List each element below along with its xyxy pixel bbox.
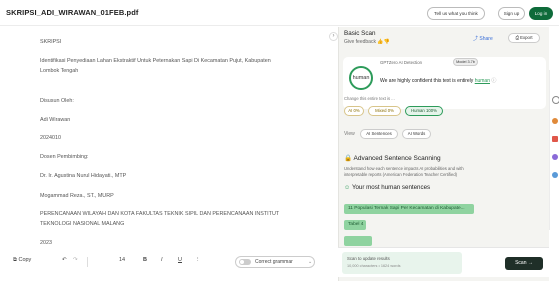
highlight-sentence[interactable]: Tabel 4 (344, 220, 366, 230)
model-badge: Model 3.7b (453, 58, 478, 66)
give-feedback[interactable]: Give feedback 👍👎 (344, 39, 390, 45)
update-results-box: Scan to update results 10,000 characters… (342, 252, 462, 274)
collapse-panel-button[interactable]: › (329, 32, 338, 41)
redo-icon[interactable]: ↷ (73, 257, 78, 263)
result-card: human GPTZero AI Detection Model 3.7b We… (343, 57, 546, 109)
side-toolbar (549, 70, 559, 230)
update-title: Scan to update results (347, 256, 390, 261)
panel-title: Basic Scan (344, 30, 376, 37)
human-sentences-title: Your most human sentences (351, 184, 431, 191)
thumbs-down-icon[interactable]: 👎 (384, 39, 390, 45)
update-sub: 10,000 characters • 1624 words (347, 264, 401, 268)
highlight-sentence[interactable] (344, 236, 372, 246)
export-button[interactable]: ⎙ Export (508, 33, 540, 43)
more-options-icon[interactable]: ⋮ (195, 257, 201, 263)
doc-line: Dr. Ir. Agustina Nurul Hidayati., MTP (40, 173, 127, 179)
doc-line: SKRIPSI (40, 39, 62, 45)
bold-button[interactable]: B (143, 257, 147, 263)
chevron-down-icon: ⌄ (308, 259, 313, 265)
doc-line: Mogammad Reza., ST., MURP (40, 193, 114, 199)
feedback-button[interactable]: Tell us what you think (427, 7, 485, 20)
italic-button[interactable]: I (161, 257, 163, 263)
doc-line: PERENCANAAN WILAYAH DAN KOTA FAKULTAS TE… (40, 211, 280, 217)
toggle-switch[interactable] (239, 259, 251, 265)
scan-button[interactable]: Scan → (505, 257, 543, 270)
font-size[interactable]: 14 (119, 257, 125, 263)
scan-bar: Scan to update results 10,000 characters… (338, 247, 549, 277)
detection-label: GPTZero AI Detection (380, 60, 423, 65)
doc-line: Adi Wirawan (40, 117, 71, 123)
result-human-word: human (474, 78, 490, 84)
change-prompt: Change this entire text is ... (344, 96, 395, 101)
highlight-sentence[interactable]: 11 Populasi Ternak Sapi Per Kecamatan di… (344, 204, 474, 214)
doc-line: 2024010 (40, 135, 61, 141)
login-button[interactable]: Log in (529, 7, 553, 20)
copy-button[interactable]: ⧉ Copy (13, 257, 31, 264)
scan-panel: Basic Scan Give feedback 👍👎 ⤴ Share ⎙ Ex… (338, 27, 549, 281)
view-label: View (344, 131, 355, 137)
doc-line: TEKNOLOGI NASIONAL MALANG (40, 221, 125, 227)
doc-line: Dosen Pembimbing: (40, 154, 89, 160)
human-sentences-heading: ☺ Your most human sentences (344, 184, 430, 191)
result-text: We are highly confident this text is ent… (380, 77, 496, 84)
advanced-desc-2: interpretable reports (American Federati… (344, 172, 458, 177)
document-editor[interactable]: SKRIPSI Identifikasi Penyediaan Lahan Ek… (0, 27, 325, 281)
document-icon[interactable] (552, 136, 558, 142)
export-label: Export (520, 35, 533, 40)
lock-icon: 🔒 (344, 155, 353, 162)
mixed-percent-pill[interactable]: Mixed 0% (368, 106, 401, 116)
settings-icon[interactable] (552, 118, 558, 124)
advanced-scan-title: 🔒 Advanced Sentence Scanning (344, 154, 441, 162)
grammar-label: Correct grammar (255, 259, 293, 265)
human-percent-pill[interactable]: Human 100% (405, 106, 443, 116)
advanced-desc-1: Understand how each sentence impacts AI … (344, 166, 464, 171)
underline-button[interactable]: U (178, 257, 182, 263)
info-icon[interactable]: ⓘ (491, 78, 496, 84)
share-label: Share (479, 36, 493, 42)
ai-words-button[interactable]: AI Words (402, 129, 431, 139)
doc-line: Lombok Tengah (40, 68, 79, 74)
smile-icon: ☺ (344, 184, 351, 191)
doc-line: 2023 (40, 240, 52, 246)
export-icon: ⎙ (515, 35, 519, 40)
ai-percent-pill[interactable]: AI 0% (344, 106, 364, 116)
ai-sentences-button[interactable]: AI Sentences (360, 129, 398, 139)
editor-toolbar: ⧉ Copy ↶ ↷ 14 B I U ⋮ Correct grammar ⌄ (0, 250, 325, 274)
copy-label: Copy (18, 257, 32, 263)
result-circle: human (349, 66, 373, 90)
search-icon[interactable] (552, 96, 559, 104)
doc-line: Identifikasi Penyediaan Lahan Ekstraktif… (40, 58, 271, 64)
plus-icon[interactable] (552, 172, 558, 178)
undo-icon[interactable]: ↶ (62, 257, 67, 263)
share-button[interactable]: ⤴ Share (473, 35, 493, 42)
advanced-title: Advanced Sentence Scanning (353, 155, 441, 162)
file-name: SKRIPSI_ADI_WIRAWAN_01FEB.pdf (6, 8, 139, 17)
doc-line: Disusun Oleh: (40, 98, 74, 104)
correct-grammar-toggle[interactable]: Correct grammar ⌄ (235, 256, 315, 268)
user-icon[interactable] (552, 154, 558, 160)
result-text-prefix: We are highly confident this text is ent… (380, 78, 474, 84)
top-bar: SKRIPSI_ADI_WIRAWAN_01FEB.pdf Tell us wh… (0, 0, 559, 26)
share-icon: ⤴ (473, 36, 479, 42)
toolbar-divider (87, 257, 88, 267)
signup-button[interactable]: Sign up (498, 7, 525, 20)
feedback-prompt: Give feedback (344, 39, 376, 45)
